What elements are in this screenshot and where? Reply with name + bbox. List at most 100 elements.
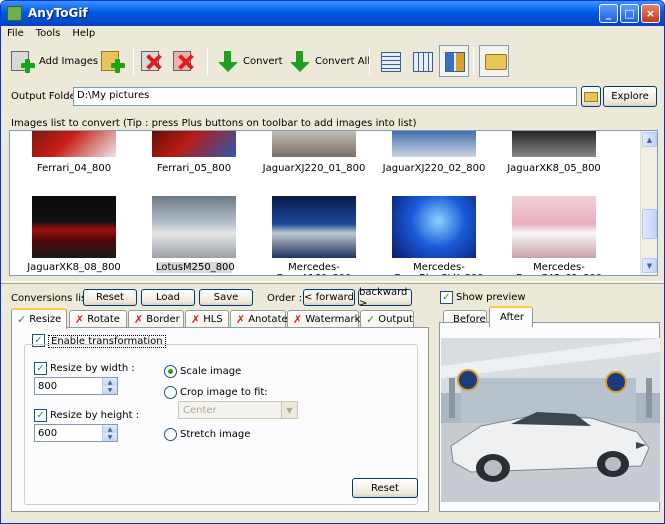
stretch-image-label: Stretch image bbox=[180, 429, 251, 440]
add-images-button[interactable]: Add Images bbox=[11, 45, 98, 77]
maximize-button[interactable]: □ bbox=[620, 4, 639, 23]
open-folder-button[interactable] bbox=[479, 45, 509, 77]
images-list-label: Images list to convert (Tip : press Plus… bbox=[11, 118, 417, 129]
thumbnail-ferrari-05[interactable] bbox=[152, 131, 236, 157]
list-view-icon bbox=[413, 52, 433, 72]
scroll-down-icon[interactable]: ▼ bbox=[642, 258, 657, 273]
remove-all-button[interactable] bbox=[173, 45, 197, 77]
x-icon: ✗ bbox=[293, 313, 303, 326]
thumbnail-caption: Mercedes-BenzBlueSLK_800 bbox=[394, 262, 483, 275]
thumbnail-jaguar-xk8-08[interactable] bbox=[32, 196, 116, 258]
preview-image bbox=[441, 338, 660, 502]
resize-panel: ✓ Enable transformation ✓ Resize by widt… bbox=[11, 327, 429, 512]
tab-label: Rotate bbox=[87, 314, 120, 325]
spin-down-icon[interactable]: ▼ bbox=[102, 386, 117, 394]
menu-help[interactable]: Help bbox=[66, 26, 101, 42]
add-images-label: Add Images bbox=[39, 55, 99, 67]
title-bar[interactable]: AnyToGif _ □ × bbox=[1, 1, 664, 26]
tab-resize[interactable]: ✓ Resize bbox=[11, 308, 67, 329]
remove-icon bbox=[141, 49, 165, 73]
minimize-icon: _ bbox=[605, 7, 612, 20]
resize-by-height-checkbox[interactable]: ✓ bbox=[34, 409, 47, 422]
convert-all-label: Convert All bbox=[315, 55, 371, 67]
thumbnail-caption: JaguarXK8_08_800 bbox=[27, 262, 121, 273]
images-list[interactable]: Ferrari_04_800 Ferrari_05_800 JaguarXJ22… bbox=[9, 130, 658, 276]
order-forward-button[interactable]: < forward bbox=[303, 289, 355, 306]
convert-button[interactable]: Convert bbox=[215, 45, 283, 77]
tab-label: HLS bbox=[203, 314, 223, 325]
images-list-scrollbar[interactable]: ▲ ▼ bbox=[640, 131, 657, 275]
resize-reset-button[interactable]: Reset bbox=[352, 478, 418, 498]
output-folder-row: Output Folder D:\My pictures Explore bbox=[5, 85, 660, 109]
x-icon: ✗ bbox=[75, 313, 85, 326]
resize-by-width-checkbox[interactable]: ✓ bbox=[34, 362, 47, 375]
thumbnail-caption: Ferrari_04_800 bbox=[36, 163, 112, 174]
thumbnail-jaguar-xj220-02[interactable] bbox=[392, 131, 476, 157]
output-folder-input[interactable]: D:\My pictures bbox=[73, 87, 577, 106]
conversions-reset-button[interactable]: Reset bbox=[83, 289, 137, 306]
thumbnail-caption: JaguarXJ220_01_800 bbox=[262, 163, 366, 174]
scrollbar-thumb[interactable] bbox=[642, 209, 657, 239]
order-label: Order : bbox=[267, 293, 302, 304]
thumbnail-caption-selected: LotusM250_800 bbox=[156, 262, 235, 273]
add-image-icon bbox=[11, 49, 35, 73]
crop-image-radio[interactable] bbox=[164, 386, 177, 399]
down-arrow-all-icon bbox=[287, 49, 311, 73]
thumbnail-lotus-m250[interactable] bbox=[152, 196, 236, 258]
minimize-button[interactable]: _ bbox=[599, 4, 618, 23]
menu-file[interactable]: File bbox=[1, 26, 30, 42]
tab-anotate[interactable]: ✗ Anotate bbox=[230, 310, 288, 328]
stretch-image-radio[interactable] bbox=[164, 428, 177, 441]
height-spinner[interactable]: 600 ▲ ▼ bbox=[34, 424, 118, 442]
show-preview-checkbox[interactable]: ✓ bbox=[440, 291, 453, 304]
down-arrow-icon bbox=[215, 49, 239, 73]
scale-image-radio[interactable] bbox=[164, 365, 177, 378]
tab-rotate[interactable]: ✗ Rotate bbox=[69, 310, 127, 328]
spin-down-icon[interactable]: ▼ bbox=[102, 433, 117, 441]
add-folder-icon bbox=[101, 49, 125, 73]
chevron-down-icon[interactable]: ▼ bbox=[281, 402, 297, 418]
explore-button[interactable]: Explore bbox=[603, 86, 657, 107]
thumbnail-ferrari-04[interactable] bbox=[32, 131, 116, 157]
show-preview-label: Show preview bbox=[456, 292, 526, 303]
remove-image-button[interactable] bbox=[141, 45, 165, 77]
close-button[interactable]: × bbox=[641, 4, 660, 23]
thumbnail-mercedes-c43-01[interactable] bbox=[512, 196, 596, 258]
tab-hls[interactable]: ✗ HLS bbox=[185, 310, 229, 328]
thumbnail-caption: Ferrari_05_800 bbox=[156, 163, 232, 174]
output-folder-label: Output Folder bbox=[11, 91, 80, 102]
conversions-save-button[interactable]: Save bbox=[199, 289, 253, 306]
maximize-icon: □ bbox=[624, 7, 635, 20]
thumbnail-jaguar-xj220-01[interactable] bbox=[272, 131, 356, 157]
splitter[interactable] bbox=[1, 281, 664, 284]
spin-up-icon[interactable]: ▲ bbox=[102, 425, 117, 433]
folder-icon bbox=[485, 54, 507, 70]
view-thumbnails-button[interactable] bbox=[439, 45, 469, 77]
add-folder-button[interactable] bbox=[101, 45, 125, 77]
scale-image-label: Scale image bbox=[180, 366, 242, 377]
x-icon: ✗ bbox=[191, 313, 201, 326]
thumbnail-mercedes-blue-slk[interactable] bbox=[392, 196, 476, 258]
tab-watermark[interactable]: ✗ Watermark bbox=[287, 310, 361, 328]
thumbnails-view-icon bbox=[445, 52, 465, 72]
menu-tools[interactable]: Tools bbox=[30, 26, 67, 42]
scroll-up-icon[interactable]: ▲ bbox=[642, 132, 657, 147]
view-list-button[interactable] bbox=[407, 45, 437, 77]
tab-after[interactable]: After bbox=[489, 306, 533, 327]
thumbnail-caption: JaguarXK8_05_800 bbox=[507, 163, 601, 174]
tab-label: Watermark bbox=[305, 314, 361, 325]
x-icon: ✗ bbox=[134, 313, 144, 326]
crop-position-select[interactable]: Center ▼ bbox=[178, 401, 298, 419]
order-backward-button[interactable]: backward > bbox=[358, 287, 412, 309]
thumbnail-mercedes-a160[interactable] bbox=[272, 196, 356, 258]
convert-all-button[interactable]: Convert All bbox=[287, 45, 370, 77]
tab-output[interactable]: ✓ Output bbox=[360, 310, 414, 328]
browse-folder-button[interactable] bbox=[581, 86, 601, 107]
spin-up-icon[interactable]: ▲ bbox=[102, 378, 117, 386]
view-details-button[interactable] bbox=[375, 45, 405, 77]
width-spinner[interactable]: 800 ▲ ▼ bbox=[34, 377, 118, 395]
tab-border[interactable]: ✗ Border bbox=[128, 310, 184, 328]
conversions-load-button[interactable]: Load bbox=[141, 289, 195, 306]
close-icon: × bbox=[645, 7, 656, 20]
thumbnail-jaguar-xk8-05[interactable] bbox=[512, 131, 596, 157]
